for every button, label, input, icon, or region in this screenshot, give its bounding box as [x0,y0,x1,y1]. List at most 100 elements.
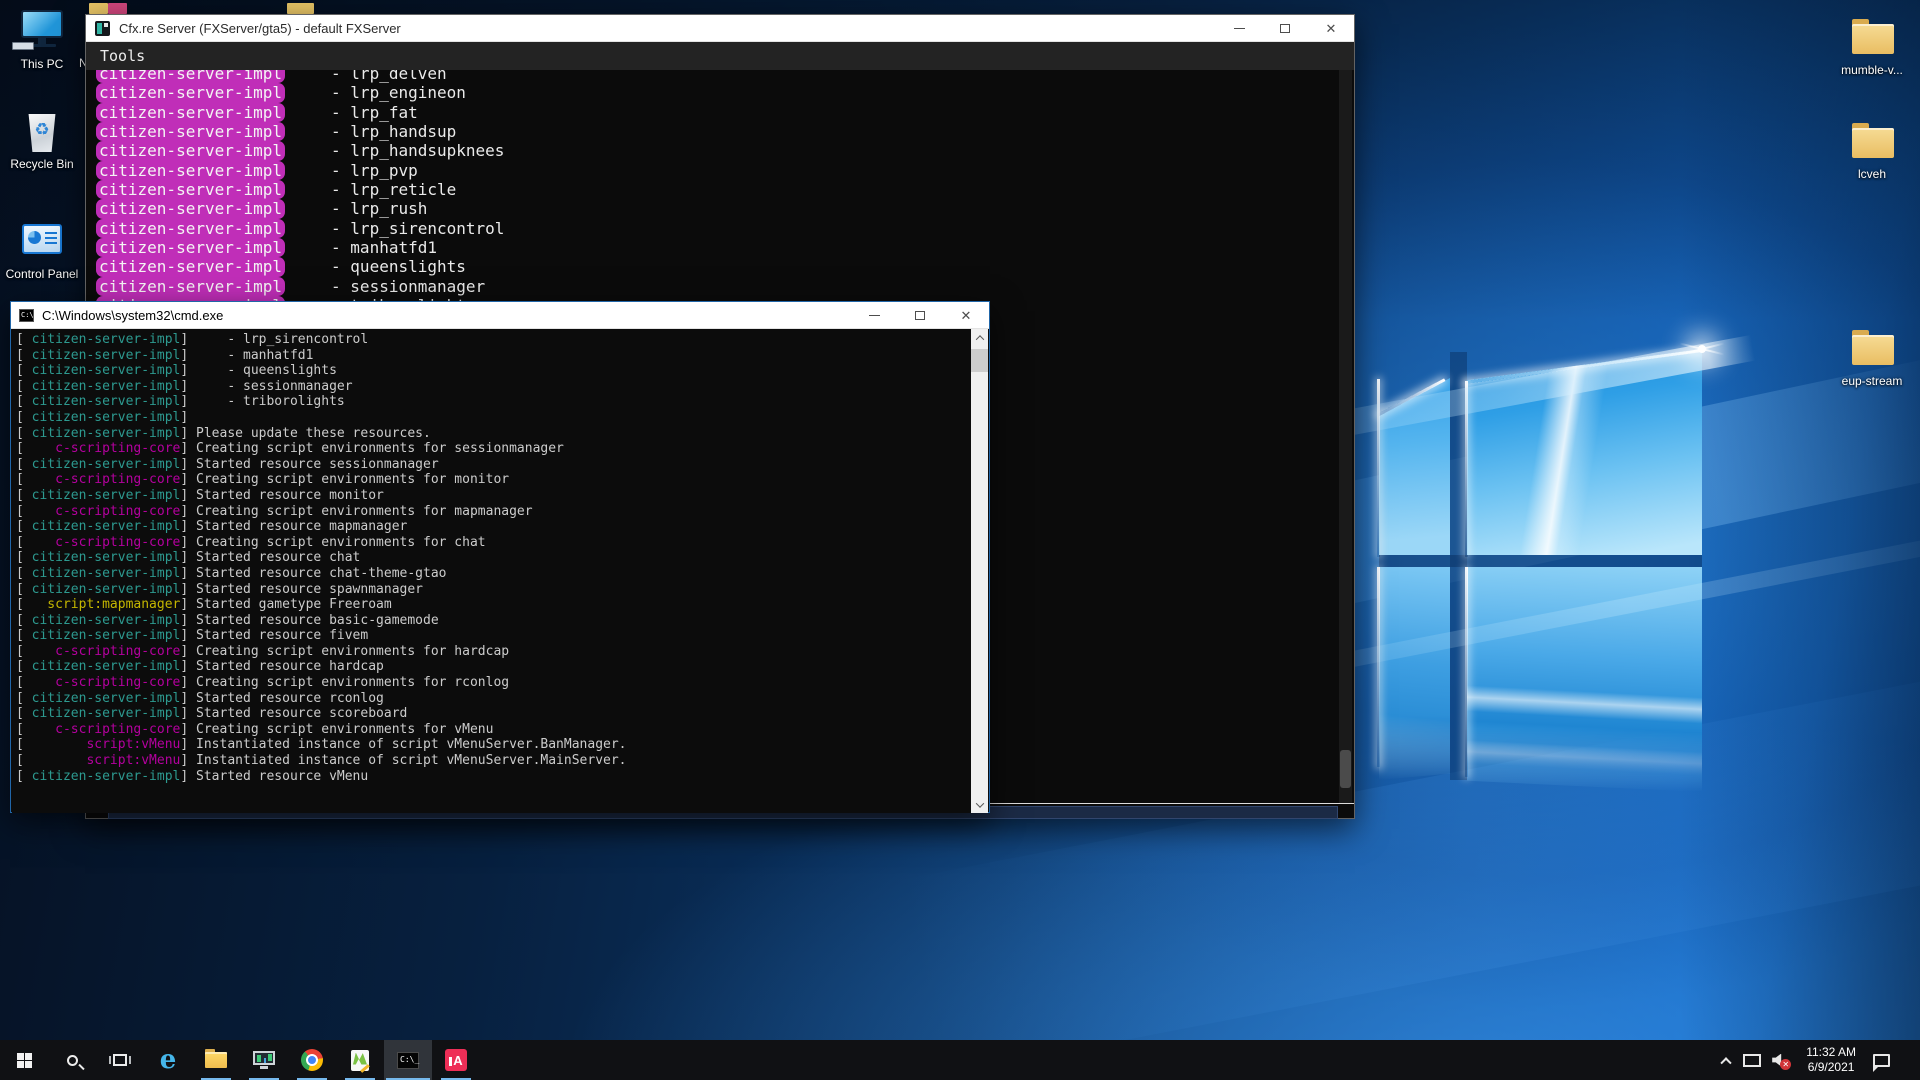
windows-logo-edge [1377,379,1380,557]
control-panel-icon [4,218,80,264]
fx-console-line: citizen-server-impl- queenslights [87,257,1340,276]
cmd-console-line: [ c-scripting-core] Creating script envi… [16,441,972,457]
cmd-titlebar[interactable]: C:\ C:\Windows\system32\cmd.exe ✕ [11,302,989,329]
windows-logo-pane [1379,567,1450,780]
folder-icon [1834,325,1910,371]
minimize-button[interactable] [1216,15,1262,42]
volume-muted-icon[interactable]: ✕ [1772,1053,1789,1068]
cmd-console-line: [ c-scripting-core] Creating script envi… [16,675,972,691]
scrollbar-up-arrow[interactable] [971,329,988,346]
task-view-button[interactable] [96,1040,144,1080]
cmd-console-line: [ citizen-server-impl] - triborolights [16,394,972,410]
tray-expand-icon[interactable] [1721,1057,1732,1068]
desktop-icon-lcveh[interactable]: lcveh [1834,118,1910,181]
action-center-icon[interactable] [1873,1054,1890,1067]
cmd-console-line: [ citizen-server-impl] - lrp_sirencontro… [16,332,972,348]
taskbar-app-command-prompt[interactable]: C:\_ [384,1040,432,1080]
cmd-console-line: [ citizen-server-impl] Started resource … [16,628,972,644]
scrollbar-thumb[interactable] [971,349,988,372]
fx-console-line: citizen-server-impl- lrp_reticle [87,180,1340,199]
network-icon[interactable] [1743,1054,1759,1067]
windows-logo-pane [1467,567,1702,792]
cmd-console-line: [ citizen-server-impl] Started resource … [16,457,972,473]
search-button[interactable] [48,1040,96,1080]
cmd-console-line: [ citizen-server-impl] Started resource … [16,613,972,629]
cmd-console-line: [ citizen-server-impl] Started resource … [16,566,972,582]
close-button[interactable]: ✕ [943,302,989,329]
cmd-window: C:\ C:\Windows\system32\cmd.exe ✕ [ citi… [10,301,990,813]
taskbar-app-monitor[interactable] [240,1040,288,1080]
cmd-console-line: [ citizen-server-impl] - sessionmanager [16,379,972,395]
desktop-icon-this-pc[interactable]: This PC [4,8,80,71]
windows-logo-icon [17,1053,32,1068]
fx-console-line: citizen-server-impl- lrp_fat [87,103,1340,122]
fx-console-line: citizen-server-impl- sessionmanager [87,277,1340,296]
cmd-console-line: [ citizen-server-impl] Started resource … [16,582,972,598]
taskbar-clock[interactable]: 11:32 AM 6/9/2021 [1802,1045,1860,1075]
windows-logo-divider [1379,555,1702,567]
cmd-console-output[interactable]: [ citizen-server-impl] - lrp_sirencontro… [12,329,972,813]
red-a-app-icon: A [445,1049,467,1071]
minimize-button[interactable] [851,302,897,329]
desktop-icon-label: eup-stream [1834,374,1910,388]
cmd-console-line: [ citizen-server-impl] Started resource … [16,550,972,566]
taskbar-app-chrome[interactable] [288,1040,336,1080]
cmd-console-line: [ citizen-server-impl] - queenslights [16,363,972,379]
desktop-icon-label: This PC [4,57,80,71]
fx-console-line: citizen-server-impl- lrp_pvp [87,161,1340,180]
taskbar: e C:\_ A ✕ 11:32 AM [0,1040,1920,1080]
system-tray: ✕ 11:32 AM 6/9/2021 [1722,1040,1920,1080]
desktop-icon-mumble[interactable]: mumble-v... [1834,14,1910,77]
cmd-scrollbar[interactable] [971,329,988,813]
hidden-desktop-icon-sliver [89,3,108,14]
cmd-console-line: [ script:vMenu] Instantiated instance of… [16,753,972,769]
clock-time: 11:32 AM [1806,1045,1856,1060]
cmd-console-line: [ c-scripting-core] Creating script envi… [16,535,972,551]
cmd-app-icon: C:\ [19,309,34,322]
taskbar-app-notepad-plus-plus[interactable] [336,1040,384,1080]
cmd-window-title: C:\Windows\system32\cmd.exe [42,308,223,323]
desktop-icon-label: lcveh [1834,167,1910,181]
fxserver-app-icon [95,21,110,36]
windows-logo-edge [1465,567,1468,777]
fx-console-line: citizen-server-impl- lrp_delven [87,70,1340,83]
desktop-icon-recycle-bin[interactable]: ♻ Recycle Bin [4,108,80,171]
cmd-console-line: [ citizen-server-impl] Started resource … [16,691,972,707]
taskbar-app-red-a[interactable]: A [432,1040,480,1080]
cmd-console-line: [ citizen-server-impl] Started resource … [16,706,972,722]
cmd-console-line: [ c-scripting-core] Creating script envi… [16,504,972,520]
hidden-desktop-icon-sliver [287,3,314,14]
maximize-button[interactable] [1262,15,1308,42]
desktop-icon-control-panel[interactable]: Control Panel [4,218,80,281]
cmd-console-line: [ c-scripting-core] Creating script envi… [16,722,972,738]
fxserver-titlebar[interactable]: Cfx.re Server (FXServer/gta5) - default … [86,15,1354,42]
recycle-bin-icon: ♻ [4,108,80,154]
cmd-console-line: [ c-scripting-core] Creating script envi… [16,644,972,660]
start-button[interactable] [0,1040,48,1080]
search-icon [67,1055,78,1066]
desktop-icon-eup-stream[interactable]: eup-stream [1834,325,1910,388]
fxserver-scrollbar[interactable] [1339,70,1352,803]
menu-item-tools[interactable]: Tools [86,47,159,65]
cmd-console-line: [ citizen-server-impl] Started resource … [16,519,972,535]
fx-console-line: citizen-server-impl- lrp_handsupknees [87,141,1340,160]
close-button[interactable]: ✕ [1308,15,1354,42]
fx-console-line: citizen-server-impl- lrp_sirencontrol [87,219,1340,238]
cmd-console-line: [ script:mapmanager] Started gametype Fr… [16,597,972,613]
hidden-desktop-icon-sliver [108,3,127,14]
cmd-console-line: [ script:vMenu] Instantiated instance of… [16,737,972,753]
scrollbar-thumb[interactable] [1340,750,1351,788]
scrollbar-down-arrow[interactable] [971,796,988,813]
taskbar-app-file-explorer[interactable] [192,1040,240,1080]
task-view-icon [113,1054,127,1066]
cmd-console-line: [ c-scripting-core] Creating script envi… [16,472,972,488]
monitor-app-icon [253,1051,275,1069]
windows-logo-edge [1465,381,1468,557]
taskbar-app-internet-explorer[interactable]: e [144,1040,192,1080]
fxserver-menubar: Tools [86,42,1354,70]
fx-console-line: citizen-server-impl- manhatfd1 [87,238,1340,257]
this-pc-icon [4,8,80,54]
maximize-button[interactable] [897,302,943,329]
notepad-plus-plus-icon [351,1050,369,1071]
windows-logo-edge [1377,567,1380,767]
